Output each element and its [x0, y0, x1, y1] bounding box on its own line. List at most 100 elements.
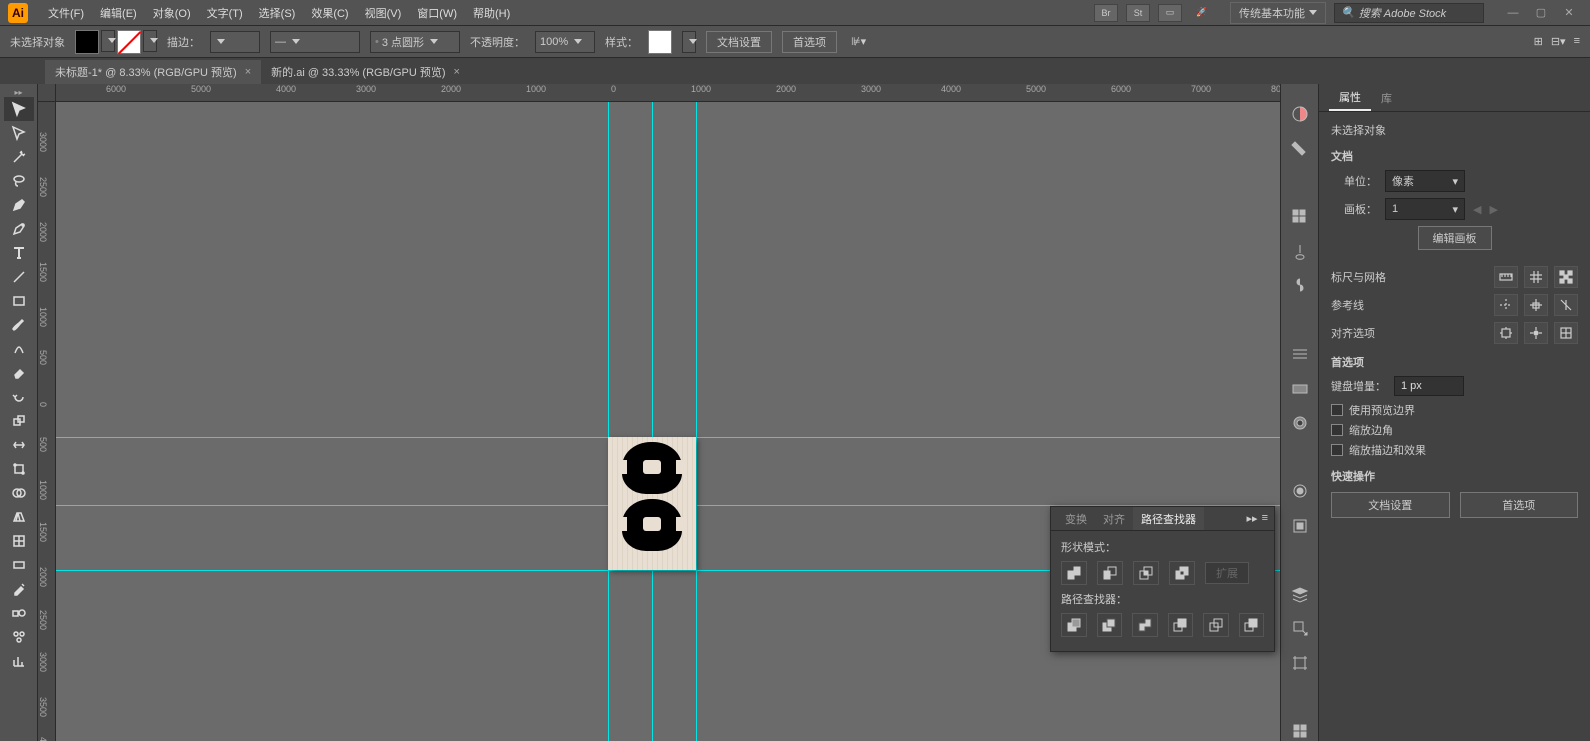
tab-properties[interactable]: 属性 — [1329, 84, 1371, 111]
direct-selection-tool[interactable] — [4, 121, 34, 145]
snap-toggle-icon[interactable]: ⊟▾ — [1551, 35, 1566, 48]
tab-close-icon[interactable]: × — [454, 66, 460, 78]
guide-vertical[interactable] — [608, 102, 609, 741]
graph-tool[interactable] — [4, 649, 34, 673]
snap-grid-icon[interactable] — [1554, 322, 1578, 344]
gradient-panel-icon[interactable] — [1289, 378, 1311, 399]
bridge-icon[interactable]: Br — [1094, 4, 1118, 22]
curvature-tool[interactable] — [4, 217, 34, 241]
free-transform-tool[interactable] — [4, 457, 34, 481]
gradient-tool[interactable] — [4, 553, 34, 577]
panel-menu-icon[interactable]: ≡ — [1262, 512, 1268, 525]
transparency-grid-icon[interactable] — [1554, 266, 1578, 288]
edit-artboards-button[interactable]: 编辑画板 — [1418, 226, 1492, 250]
trim-icon[interactable] — [1097, 613, 1123, 637]
menu-help[interactable]: 帮助(H) — [465, 5, 518, 21]
grid-icon[interactable] — [1524, 266, 1548, 288]
toolbar-expand-icon[interactable]: ▸▸ — [14, 88, 22, 97]
menu-type[interactable]: 文字(T) — [199, 5, 251, 21]
keyboard-increment-input[interactable] — [1394, 376, 1464, 396]
arrange-icon[interactable]: ▭ — [1158, 4, 1182, 22]
exclude-icon[interactable] — [1169, 561, 1195, 585]
mesh-tool[interactable] — [4, 529, 34, 553]
pathfinder-panel[interactable]: 变换 对齐 路径查找器 ▸▸≡ 形状模式： 扩展 路径查找器： — [1050, 506, 1275, 652]
artwork-shape-bottom[interactable] — [622, 499, 682, 551]
scale-corners-checkbox[interactable] — [1331, 424, 1343, 436]
stroke-profile[interactable]: — — [270, 31, 360, 53]
prefs-button[interactable]: 首选项 — [782, 31, 837, 53]
guides-visibility-icon[interactable] — [1494, 294, 1518, 316]
tab-doc-2[interactable]: 新的.ai @ 33.33% (RGB/GPU 预览) × — [261, 60, 470, 84]
menu-object[interactable]: 对象(O) — [145, 5, 199, 21]
layers-icon[interactable] — [1289, 583, 1311, 604]
fill-dropdown[interactable] — [101, 30, 115, 52]
minimize-icon[interactable]: — — [1500, 4, 1526, 22]
color-panel-icon[interactable] — [1289, 104, 1311, 125]
next-artboard-icon[interactable]: ▶ — [1489, 203, 1497, 216]
collapse-icon[interactable]: ▸▸ — [1247, 512, 1258, 525]
menu-edit[interactable]: 编辑(E) — [92, 5, 145, 21]
ruler-icon[interactable] — [1494, 266, 1518, 288]
rocket-icon[interactable]: 🚀 — [1190, 4, 1214, 22]
style-swatch[interactable] — [648, 30, 672, 54]
blend-tool[interactable] — [4, 601, 34, 625]
symbols-icon[interactable] — [1289, 276, 1311, 297]
selection-tool[interactable] — [4, 97, 34, 121]
artboard-select[interactable]: 1▾ — [1385, 198, 1465, 220]
eraser-tool[interactable] — [4, 361, 34, 385]
workspace-selector[interactable]: 传统基本功能 — [1230, 2, 1326, 24]
grid-toggle-icon[interactable]: ⊞ — [1534, 35, 1543, 48]
snap-point-icon[interactable] — [1524, 322, 1548, 344]
ruler-horizontal[interactable]: 6000 5000 4000 3000 2000 1000 0 1000 200… — [56, 84, 1280, 102]
unite-icon[interactable] — [1061, 561, 1087, 585]
intersect-icon[interactable] — [1133, 561, 1159, 585]
unit-select[interactable]: 像素▾ — [1385, 170, 1465, 192]
shape-builder-tool[interactable] — [4, 481, 34, 505]
maximize-icon[interactable]: ▢ — [1528, 4, 1554, 22]
menu-icon[interactable]: ≡ — [1574, 35, 1580, 48]
tab-pathfinder[interactable]: 路径查找器 — [1133, 507, 1204, 530]
ruler-origin[interactable] — [38, 84, 56, 102]
more-panels-icon[interactable] — [1289, 720, 1311, 741]
line-tool[interactable] — [4, 265, 34, 289]
eyedropper-tool[interactable] — [4, 577, 34, 601]
type-tool[interactable] — [4, 241, 34, 265]
guides-lock-icon[interactable] — [1524, 294, 1548, 316]
swatches-icon[interactable] — [1289, 139, 1311, 160]
menu-effect[interactable]: 效果(C) — [303, 5, 356, 21]
brush-def[interactable]: • 3 点圆形 — [370, 31, 460, 53]
align-icon[interactable]: ⊯▾ — [851, 35, 866, 48]
transparency-icon[interactable] — [1289, 413, 1311, 434]
opacity-input[interactable]: 100% — [535, 31, 595, 53]
tab-doc-1[interactable]: 未标题-1* @ 8.33% (RGB/GPU 预览) × — [45, 60, 261, 84]
merge-icon[interactable] — [1132, 613, 1158, 637]
ruler-vertical[interactable]: 3000 2500 2000 1500 1000 500 0 500 1000 … — [38, 102, 56, 741]
asset-export-icon[interactable] — [1289, 618, 1311, 639]
stroke-panel-icon[interactable] — [1289, 344, 1311, 365]
menu-view[interactable]: 视图(V) — [357, 5, 410, 21]
scale-tool[interactable] — [4, 409, 34, 433]
width-tool[interactable] — [4, 433, 34, 457]
prev-artboard-icon[interactable]: ◀ — [1473, 203, 1481, 216]
divide-icon[interactable] — [1061, 613, 1087, 637]
symbol-tool[interactable] — [4, 625, 34, 649]
smart-guides-icon[interactable] — [1554, 294, 1578, 316]
artboard[interactable] — [608, 437, 696, 570]
lasso-tool[interactable] — [4, 169, 34, 193]
brushes-icon[interactable] — [1289, 241, 1311, 262]
snap-pixel-icon[interactable] — [1494, 322, 1518, 344]
quick-doc-setup-button[interactable]: 文档设置 — [1331, 492, 1450, 518]
menu-file[interactable]: 文件(F) — [40, 5, 92, 21]
swatch-lib-icon[interactable] — [1289, 206, 1311, 227]
appearance-icon[interactable] — [1289, 481, 1311, 502]
magic-wand-tool[interactable] — [4, 145, 34, 169]
rectangle-tool[interactable] — [4, 289, 34, 313]
menu-select[interactable]: 选择(S) — [251, 5, 304, 21]
artwork-shape-top[interactable] — [622, 442, 682, 494]
search-input[interactable]: 🔍搜索 Adobe Stock — [1334, 3, 1484, 23]
stroke-weight[interactable] — [210, 31, 260, 53]
guide-vertical[interactable] — [652, 102, 653, 741]
tab-libraries[interactable]: 库 — [1371, 84, 1402, 111]
fill-swatch[interactable] — [75, 30, 99, 54]
perspective-tool[interactable] — [4, 505, 34, 529]
